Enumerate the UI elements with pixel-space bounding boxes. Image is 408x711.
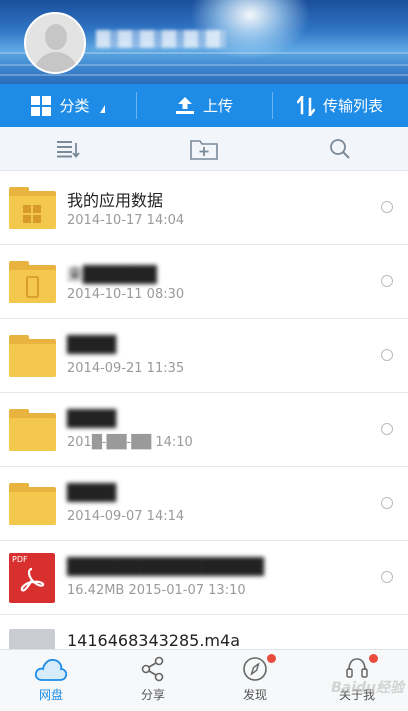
file-name: ████ [67,483,117,502]
grid-icon [31,95,52,116]
banner-wave [0,74,408,76]
select-radio[interactable] [381,275,393,287]
select-radio[interactable] [381,201,393,213]
file-name: 来██████ [67,265,157,284]
file-row[interactable]: PDF ████████████████ 16.42MB 2015-01-07 … [0,541,408,615]
file-row[interactable]: ████ 2014-09-07 14:14 [0,467,408,541]
nav-netdisk-label: 网盘 [38,688,63,702]
notification-dot [267,654,276,663]
file-name: ████ [67,409,117,428]
file-meta: 2014-10-17 14:04 [67,213,185,228]
file-meta: 16.42MB 2015-01-07 13:10 [67,583,246,598]
select-radio[interactable] [381,423,393,435]
category-label: 分类 [59,97,90,115]
file-row[interactable]: ████ 2014-09-21 11:35 [0,319,408,393]
file-meta: 2014-09-21 11:35 [67,361,185,376]
file-name: ████ [67,335,117,354]
sort-list-icon [57,140,80,158]
device-folder-icon [9,261,56,303]
avatar-body [34,52,78,72]
folder-icon [9,409,56,451]
nav-discover[interactable]: 发现 [204,650,306,711]
transfer-list-label: 传输列表 [322,97,383,115]
file-list: 我的应用数据 2014-10-17 14:04 来██████ 2014-10-… [0,171,408,649]
nav-netdisk[interactable]: 网盘 [0,650,102,711]
select-radio[interactable] [381,497,393,509]
main-toolbar: 分类 上传 传输列表 [0,84,408,127]
share-icon [141,656,164,682]
file-meta: 2014-10-11 08:30 [67,287,185,302]
file-meta: 2014-09-07 14:14 [67,509,185,524]
search-button[interactable] [272,127,408,170]
notification-dot [369,654,378,663]
file-name: ████████████████ [67,557,264,576]
audio-file-icon [9,629,56,649]
file-name: 我的应用数据 [67,191,164,210]
nav-discover-label: 发现 [242,688,267,702]
upload-button[interactable]: 上传 [136,84,272,127]
file-row[interactable]: 来██████ 2014-10-11 08:30 [0,245,408,319]
username-blurred: ████████ [96,30,226,48]
search-icon [330,138,350,159]
file-row[interactable]: 我的应用数据 2014-10-17 14:04 [0,171,408,245]
cloud-icon [34,658,68,681]
app-folder-icon [9,187,56,229]
upload-label: 上传 [202,97,233,115]
avatar-head [45,24,67,50]
dropdown-triangle-icon [99,104,105,113]
avatar[interactable] [24,12,86,74]
folder-icon [9,335,56,377]
file-row[interactable]: 1416468343285.m4a [0,615,408,649]
pdf-badge: PDF [12,555,28,564]
file-name: 1416468343285.m4a [67,631,240,649]
compass-icon [243,657,267,681]
sort-button[interactable] [0,127,136,170]
transfer-arrows-icon [296,95,315,116]
action-bar [0,127,408,171]
folder-icon [9,483,56,525]
upload-icon [175,96,194,114]
nav-share[interactable]: 分享 [102,650,204,711]
select-radio[interactable] [381,349,393,361]
file-row[interactable]: ████ 201█-██-██ 14:10 [0,393,408,467]
new-folder-icon [190,139,218,160]
new-folder-button[interactable] [136,127,272,170]
app-root: ████████ 分类 上传 传输列表 [0,0,408,711]
category-button[interactable]: 分类 [0,84,136,127]
pdf-file-icon: PDF [9,553,56,603]
select-radio[interactable] [381,571,393,583]
file-meta: 201█-██-██ 14:10 [67,435,193,450]
nav-share-label: 分享 [140,688,165,702]
baidu-watermark: Baidu经验 [331,680,404,696]
transfer-list-button[interactable]: 传输列表 [272,84,408,127]
profile-banner: ████████ [0,0,408,84]
